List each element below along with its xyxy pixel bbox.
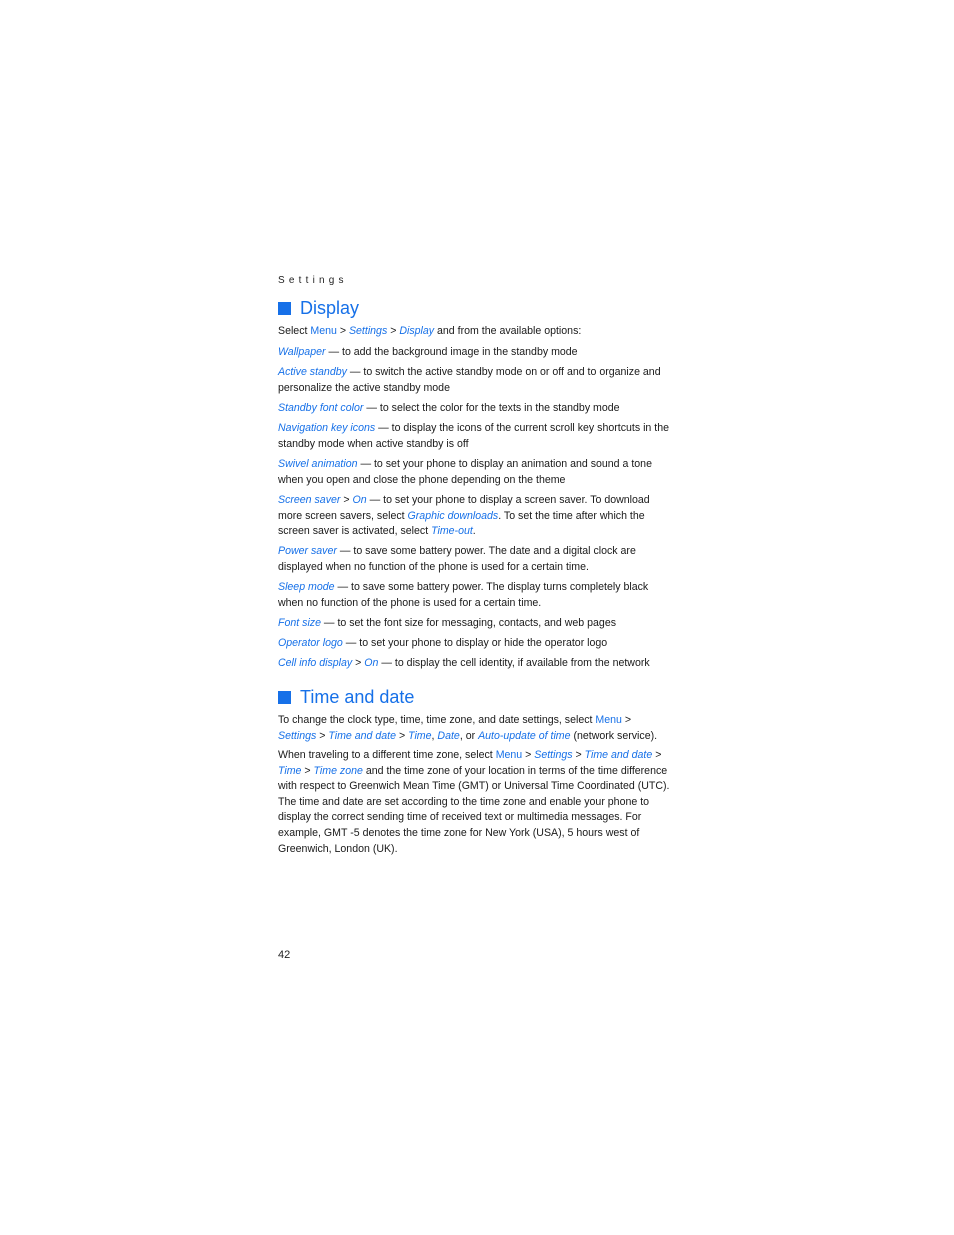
display-intro: Select Menu > Settings > Display and fro… xyxy=(278,325,582,337)
list-item: Navigation key icons — to display the ic… xyxy=(278,422,669,450)
list-item: Font size — to set the font size for mes… xyxy=(278,617,617,629)
cell-info-display-link[interactable]: Cell info display xyxy=(278,657,352,669)
on-link[interactable]: On xyxy=(364,657,378,669)
list-item: Power saver — to save some battery power… xyxy=(278,545,636,573)
settings-link[interactable]: Settings xyxy=(534,749,572,761)
list-item: Sleep mode — to save some battery power.… xyxy=(278,581,649,609)
menu-link[interactable]: Menu xyxy=(310,325,337,337)
wallpaper-link[interactable]: Wallpaper xyxy=(278,346,326,358)
section-square-icon xyxy=(278,302,291,315)
time-date-para-1: To change the clock type, time, time zon… xyxy=(278,714,658,742)
time-and-date-link[interactable]: Time and date xyxy=(585,749,653,761)
sleep-mode-link[interactable]: Sleep mode xyxy=(278,581,335,593)
time-and-date-link[interactable]: Time and date xyxy=(328,730,396,742)
list-item: Wallpaper — to add the background image … xyxy=(278,346,578,358)
screen-saver-link[interactable]: Screen saver xyxy=(278,494,340,506)
list-item: Cell info display > On — to display the … xyxy=(278,657,650,669)
time-date-heading: Time and date xyxy=(278,687,414,708)
menu-link[interactable]: Menu xyxy=(595,714,622,726)
page-number: 42 xyxy=(278,949,291,961)
list-item: Swivel animation — to set your phone to … xyxy=(278,458,652,486)
section-square-icon xyxy=(278,691,291,704)
on-link[interactable]: On xyxy=(353,494,367,506)
display-heading-text: Display xyxy=(300,298,360,318)
list-item: Active standby — to switch the active st… xyxy=(278,366,661,394)
font-size-link[interactable]: Font size xyxy=(278,617,321,629)
list-item: Screen saver > On — to set your phone to… xyxy=(278,494,650,538)
date-link[interactable]: Date xyxy=(437,730,459,742)
menu-link[interactable]: Menu xyxy=(496,749,523,761)
graphic-downloads-link[interactable]: Graphic downloads xyxy=(408,510,499,522)
display-link[interactable]: Display xyxy=(399,325,434,337)
display-heading: Display xyxy=(278,298,359,319)
settings-link[interactable]: Settings xyxy=(349,325,387,337)
time-zone-link[interactable]: Time zone xyxy=(314,765,363,777)
operator-logo-link[interactable]: Operator logo xyxy=(278,637,343,649)
time-date-heading-text: Time and date xyxy=(300,687,415,707)
active-standby-link[interactable]: Active standby xyxy=(278,366,347,378)
auto-update-link[interactable]: Auto-update of time xyxy=(478,730,570,742)
time-link[interactable]: Time xyxy=(408,730,431,742)
time-out-link[interactable]: Time-out xyxy=(431,525,473,537)
navigation-key-icons-link[interactable]: Navigation key icons xyxy=(278,422,375,434)
running-head: Settings xyxy=(278,275,348,286)
time-date-para-2: When traveling to a different time zone,… xyxy=(278,749,670,855)
list-item: Standby font color — to select the color… xyxy=(278,402,620,414)
settings-link[interactable]: Settings xyxy=(278,730,316,742)
time-link[interactable]: Time xyxy=(278,765,301,777)
standby-font-color-link[interactable]: Standby font color xyxy=(278,402,363,414)
list-item: Operator logo — to set your phone to dis… xyxy=(278,637,608,649)
power-saver-link[interactable]: Power saver xyxy=(278,545,337,557)
swivel-animation-link[interactable]: Swivel animation xyxy=(278,458,358,470)
